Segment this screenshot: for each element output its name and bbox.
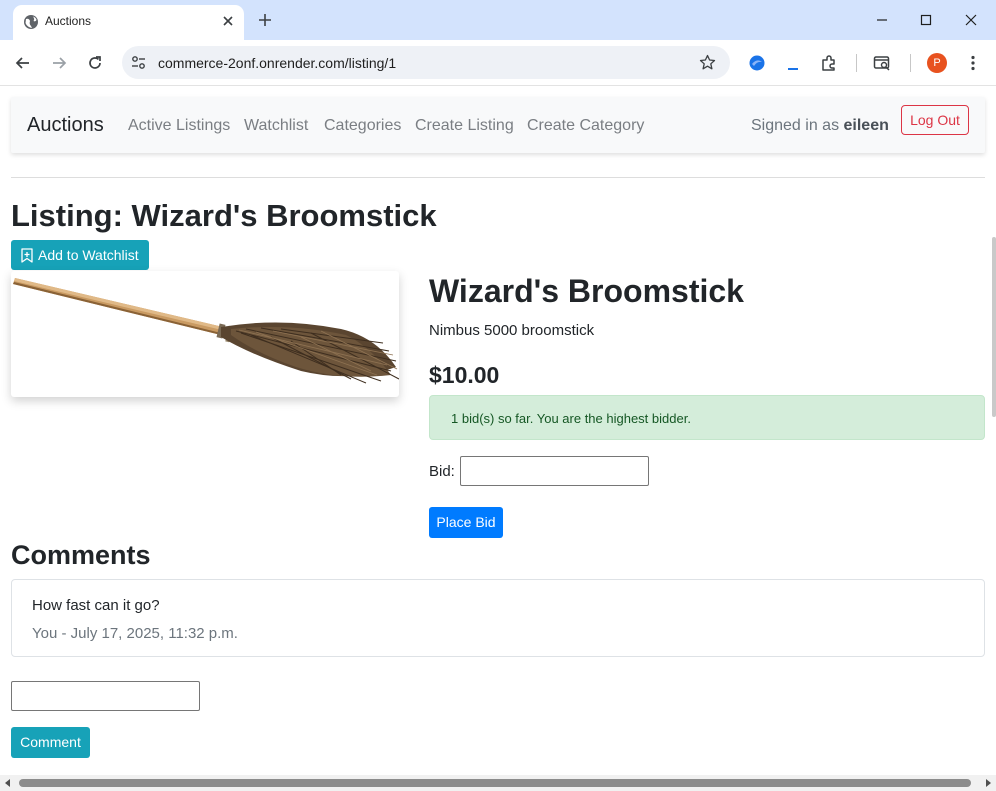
more-menu-icon[interactable] — [964, 54, 982, 72]
add-to-watchlist-label: Add to Watchlist — [38, 247, 139, 263]
extension-swirl-icon[interactable] — [748, 54, 766, 72]
site-info-icon[interactable] — [130, 54, 147, 71]
page-divider — [11, 177, 985, 178]
toolbar-separator — [856, 54, 857, 72]
signed-in-username: eileen — [843, 117, 889, 134]
page-title: Listing: Wizard's Broomstick — [11, 198, 437, 233]
toolbar-separator — [910, 54, 911, 72]
comment-card: How fast can it go? You - July 17, 2025,… — [11, 579, 985, 657]
scroll-left-icon[interactable] — [3, 778, 13, 788]
bid-input[interactable] — [460, 456, 649, 486]
url-text: commerce-2onf.onrender.com/listing/1 — [158, 55, 397, 71]
browser-tab-bar: Auctions — [0, 0, 996, 40]
download-indicator-icon[interactable] — [784, 54, 802, 72]
listing-description: Nimbus 5000 broomstick — [429, 322, 595, 339]
vertical-scrollbar[interactable] — [992, 237, 996, 417]
listing-price: $10.00 — [429, 362, 500, 388]
minimize-icon[interactable] — [874, 12, 890, 28]
horizontal-scrollbar[interactable] — [0, 775, 996, 791]
nav-link-create-listing[interactable]: Create Listing — [415, 117, 514, 135]
scrollbar-thumb[interactable] — [19, 779, 971, 787]
extensions-puzzle-icon[interactable] — [820, 54, 838, 72]
signed-in-status: Signed in as eileen — [751, 117, 889, 135]
new-tab-icon[interactable] — [256, 11, 274, 29]
place-bid-button[interactable]: Place Bid — [429, 507, 503, 538]
nav-link-active-listings[interactable]: Active Listings — [128, 117, 230, 135]
site-navbar: Auctions Active Listings Watchlist Categ… — [11, 97, 985, 153]
nav-link-create-category[interactable]: Create Category — [527, 117, 644, 135]
site-brand[interactable]: Auctions — [27, 114, 104, 137]
back-icon[interactable] — [14, 54, 32, 72]
comments-heading: Comments — [11, 540, 151, 570]
add-to-watchlist-button[interactable]: Add to Watchlist — [11, 240, 149, 270]
browser-tab[interactable]: Auctions — [13, 5, 244, 40]
nav-link-watchlist[interactable]: Watchlist — [244, 117, 308, 135]
comment-meta: You - July 17, 2025, 11:32 p.m. — [32, 625, 238, 642]
profile-avatar[interactable]: P — [927, 53, 947, 73]
address-bar[interactable]: commerce-2onf.onrender.com/listing/1 — [122, 46, 730, 79]
signed-in-prefix: Signed in as — [751, 117, 840, 134]
maximize-icon[interactable] — [918, 12, 934, 28]
scroll-right-icon[interactable] — [983, 778, 993, 788]
close-tab-icon[interactable] — [220, 13, 236, 29]
broomstick-image — [13, 278, 399, 384]
bid-status-alert: 1 bid(s) so far. You are the highest bid… — [429, 395, 985, 440]
reload-icon[interactable] — [86, 54, 104, 72]
bookmark-plus-icon — [21, 248, 33, 263]
browser-toolbar: commerce-2onf.onrender.com/listing/1 — [0, 40, 996, 86]
page-viewport: Auctions Active Listings Watchlist Categ… — [0, 87, 996, 791]
tab-title: Auctions — [45, 14, 92, 28]
comment-input[interactable] — [11, 681, 200, 711]
logout-button[interactable]: Log Out — [901, 105, 969, 135]
comment-submit-button[interactable]: Comment — [11, 727, 90, 758]
bid-label: Bid: — [429, 463, 455, 480]
forward-icon[interactable] — [50, 54, 68, 72]
globe-icon — [24, 15, 38, 29]
listing-title: Wizard's Broomstick — [429, 273, 744, 309]
tab-search-icon[interactable] — [873, 54, 891, 72]
listing-image — [11, 271, 399, 397]
nav-link-categories[interactable]: Categories — [324, 117, 401, 135]
comment-text: How fast can it go? — [32, 597, 160, 614]
close-window-icon[interactable] — [963, 12, 979, 28]
bookmark-star-icon[interactable] — [699, 54, 716, 71]
